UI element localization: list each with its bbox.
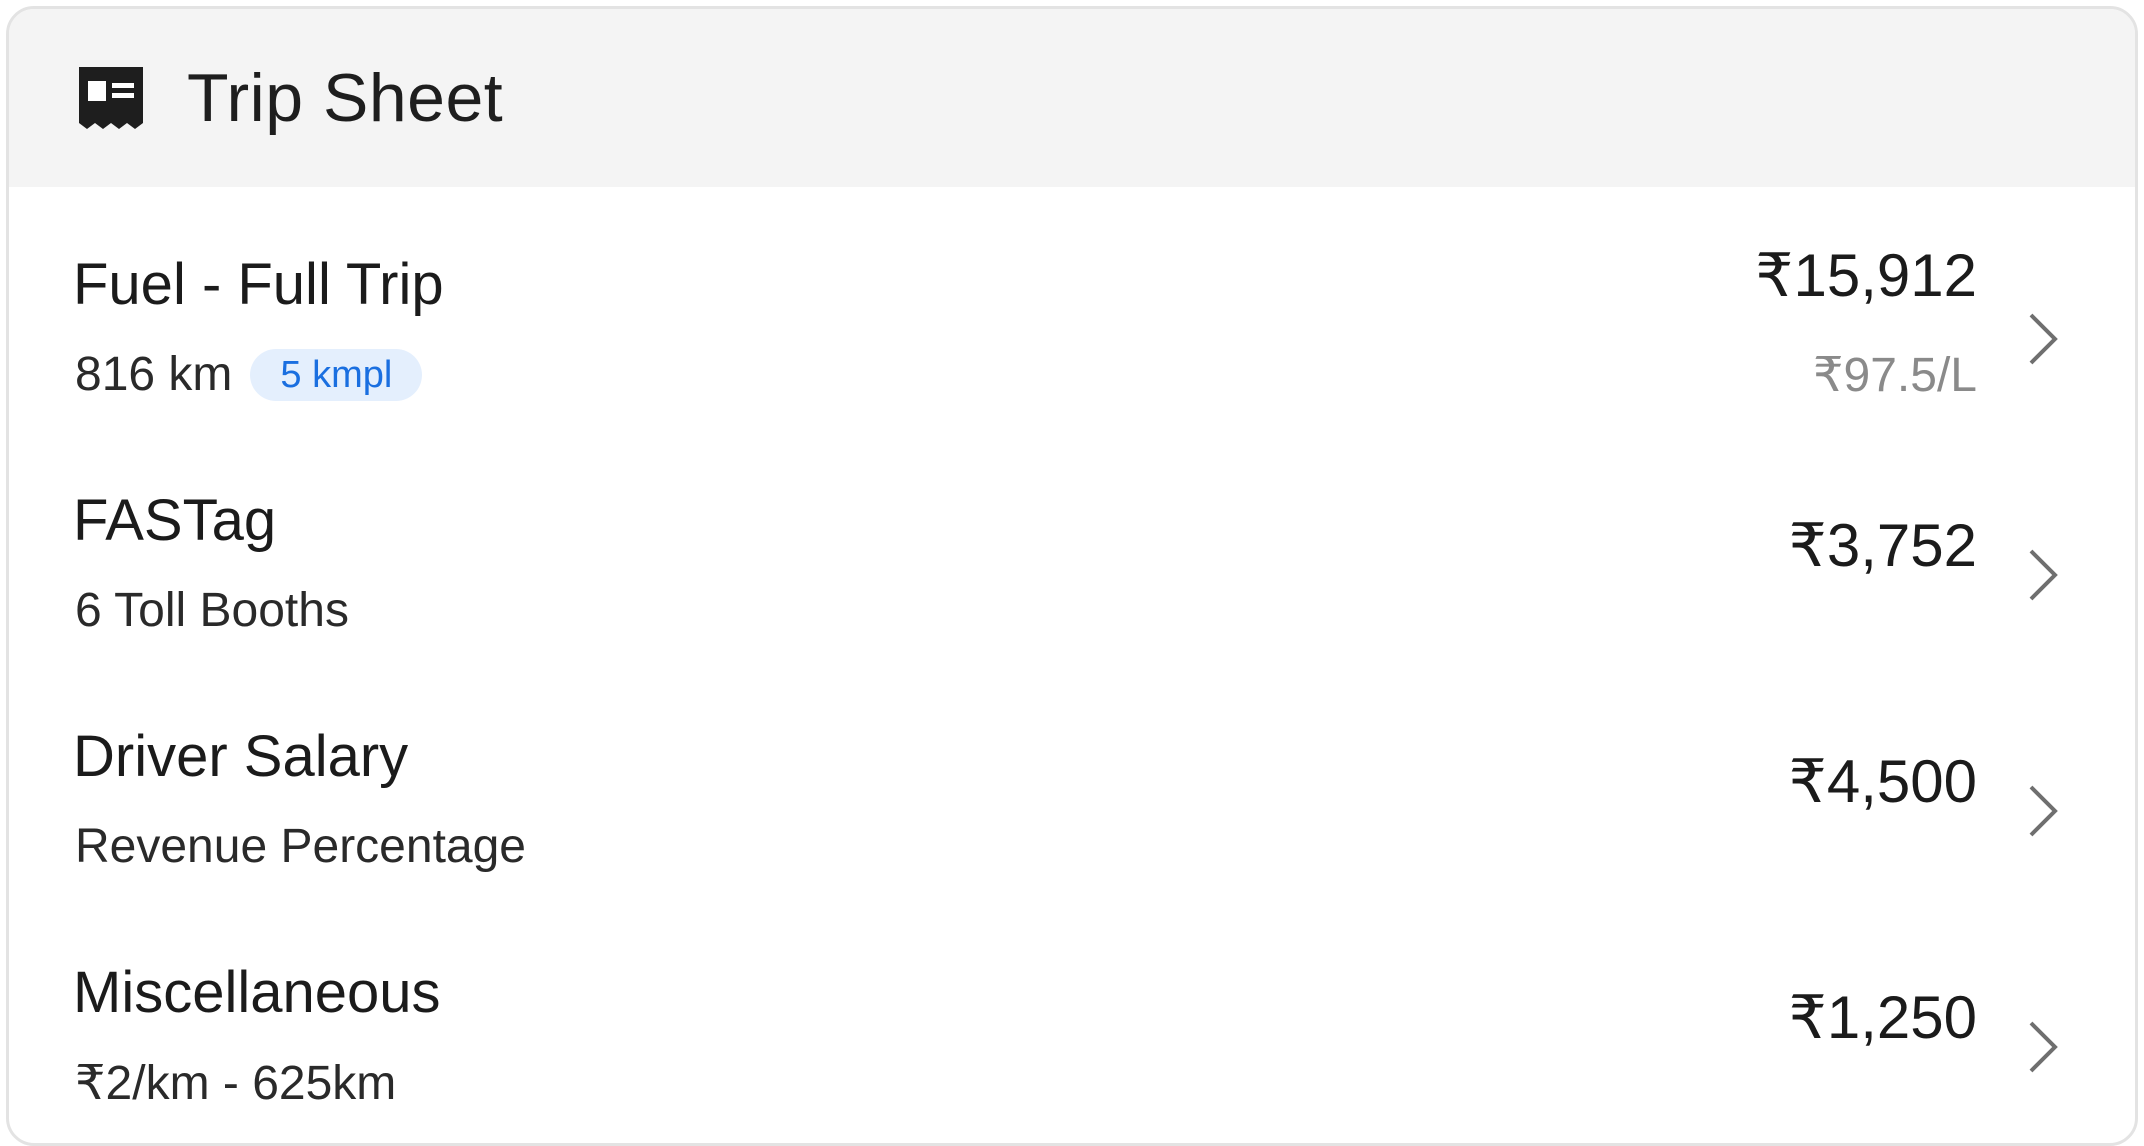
page-title: Trip Sheet (187, 60, 504, 136)
expense-row-driver-salary[interactable]: Driver Salary Revenue Percentage ₹4,500 (9, 659, 2135, 895)
expense-list: Fuel - Full Trip 816 km 5 kmpl ₹15,912 ₹… (9, 187, 2135, 1131)
expense-title: Miscellaneous (73, 960, 441, 1025)
expense-row-fastag[interactable]: FASTag 6 Toll Booths ₹3,752 (9, 423, 2135, 659)
card-header: Trip Sheet (9, 9, 2135, 187)
receipt-icon (77, 65, 145, 131)
expense-subtitle: 816 km 5 kmpl (75, 347, 423, 402)
expense-amount: ₹15,912 (1755, 242, 1977, 309)
mileage-badge: 5 kmpl (250, 348, 423, 401)
expense-amount: ₹3,752 (1788, 512, 1977, 579)
expense-subtitle: 6 Toll Booths (75, 584, 349, 637)
trip-sheet-card: Trip Sheet Fuel - Full Trip 816 km 5 kmp… (6, 6, 2138, 1146)
expense-title: FASTag (73, 488, 277, 553)
chevron-right-icon[interactable] (2023, 309, 2063, 369)
expense-row-fuel[interactable]: Fuel - Full Trip 816 km 5 kmpl ₹15,912 ₹… (9, 187, 2135, 423)
expense-subtitle: Revenue Percentage (75, 820, 526, 873)
chevron-right-icon[interactable] (2023, 545, 2063, 605)
expense-title: Fuel - Full Trip (73, 252, 444, 317)
expense-row-miscellaneous[interactable]: Miscellaneous ₹2/km - 625km ₹1,250 (9, 895, 2135, 1131)
distance-text: 816 km (75, 348, 233, 401)
expense-subtitle: ₹2/km - 625km (75, 1057, 397, 1110)
fuel-rate-text: ₹97.5/L (1813, 349, 1977, 402)
expense-amount: ₹4,500 (1788, 748, 1977, 815)
chevron-right-icon[interactable] (2023, 781, 2063, 841)
expense-title: Driver Salary (73, 724, 409, 789)
expense-amount: ₹1,250 (1788, 984, 1977, 1051)
chevron-right-icon[interactable] (2023, 1017, 2063, 1077)
